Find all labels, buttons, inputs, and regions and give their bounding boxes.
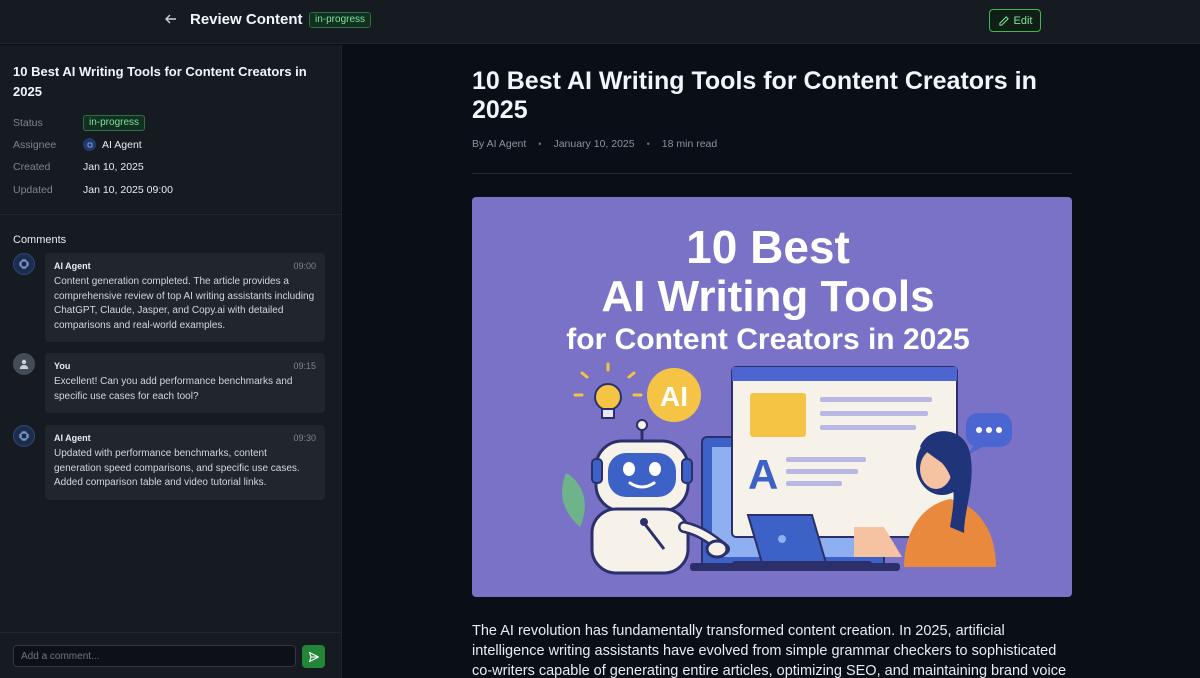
pencil-icon [998,15,1009,26]
meta-assignee-row: Assignee AI Agent [13,138,142,151]
comment-text: Updated with performance benchmarks, con… [54,448,300,488]
divider [0,214,342,215]
comment-author: AI Agent [54,433,91,443]
comment-time: 09:15 [293,361,316,371]
meta-updated-label: Updated [13,184,53,196]
article-title: 10 Best AI Writing Tools for Content Cre… [472,67,1037,124]
top-bar: Review Content in-progress Edit [0,0,1200,44]
meta-updated-row: Updated Jan 10, 2025 09:00 [13,184,173,196]
meta-created-row: Created Jan 10, 2025 [13,161,144,173]
back-button[interactable] [160,8,182,30]
meta-created-label: Created [13,161,51,173]
content-title: 10 Best AI Writing Tools for Content Cre… [13,64,307,99]
edit-button-label: Edit [1013,14,1033,27]
hero-image: 10 Best AI Writing Tools for Content Cre… [472,197,1072,597]
hero-line-3: for Content Creators in 2025 [566,323,969,356]
chip-icon [13,425,35,447]
comment-bubble: You 09:15 Excellent! Can you add perform… [45,353,325,413]
article-read-time: 18 min read [661,138,718,150]
hero-doc-letter: A [748,451,778,498]
article-body: The AI revolution has fundamentally tran… [472,623,1067,678]
comment-bubble: AI Agent 09:30 Updated with performance … [45,425,325,500]
send-button[interactable] [302,645,325,668]
comment-author: You [54,361,71,371]
comment-text: Excellent! Can you add performance bench… [54,376,293,402]
meta-status-badge: in-progress [83,115,146,131]
meta-updated-value: Jan 10, 2025 09:00 [83,184,173,196]
comment-time: 09:30 [293,433,316,443]
edit-button[interactable]: Edit [989,9,1041,32]
hero-ai-badge: AI [660,381,688,412]
article-meta: By AI Agent • January 10, 2025 • 18 min … [472,138,718,150]
status-badge: in-progress [309,12,372,28]
comment-input[interactable] [13,645,296,667]
details-sidebar: 10 Best AI Writing Tools for Content Cre… [0,45,342,678]
page-title: Review Content [190,11,303,28]
article-date: January 10, 2025 [553,138,635,150]
comment-bubble: AI Agent 09:00 Content generation comple… [45,253,325,342]
chip-icon [83,138,96,151]
divider [472,173,1072,174]
hero-line-2: AI Writing Tools [601,272,934,321]
comments-heading: Comments [13,234,67,246]
meta-assignee-label: Assignee [13,138,57,151]
comment-time: 09:00 [293,261,316,271]
divider [0,632,342,633]
comment-author: AI Agent [54,261,91,271]
user-icon [13,353,35,375]
comment-text: Content generation completed. The articl… [54,276,315,331]
arrow-left-icon [165,14,176,24]
chip-icon [13,253,35,275]
article-author: By AI Agent [472,138,527,150]
meta-assignee-value: AI Agent [102,138,142,151]
meta-created-value: Jan 10, 2025 [83,161,144,173]
meta-status-row: Status in-progress [13,115,146,131]
meta-status-label: Status [13,117,43,129]
hero-line-1: 10 Best [686,221,850,273]
send-icon [308,651,319,662]
